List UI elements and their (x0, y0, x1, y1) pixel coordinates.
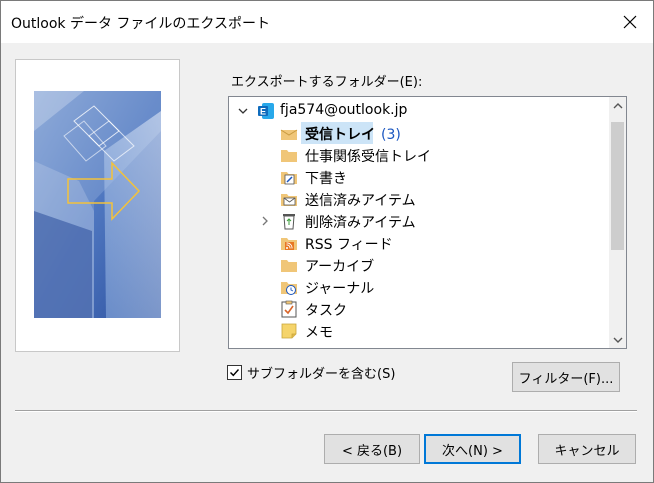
dialog-title: Outlook データ ファイルのエクスポート (11, 16, 270, 32)
tree-item-archive[interactable]: アーカイブ (229, 254, 607, 276)
chevron-up-icon (613, 102, 622, 108)
notes-icon (281, 323, 297, 339)
checkmark-icon (230, 369, 240, 377)
include-subfolders-row[interactable]: サブフォルダーを含む(S) (227, 363, 395, 382)
tree-item-label: 送信済みアイテム (305, 193, 416, 209)
tree-item-label: 受信トレイ (3) (305, 124, 401, 144)
tree-item-label: ジャーナル (305, 281, 375, 297)
tree-item-journal[interactable]: ジャーナル (229, 276, 607, 298)
chevron-down-icon (613, 337, 622, 343)
tree-item-label: RSS フィード (305, 237, 393, 253)
wizard-image-frame (15, 59, 180, 352)
tree-item-work-inbox[interactable]: 仕事関係受信トレイ (229, 144, 607, 166)
back-button[interactable]: < 戻る(B) (324, 434, 420, 464)
tree-item-label: 下書き (305, 171, 347, 187)
inbox-label: 受信トレイ (305, 127, 375, 143)
tree-item-deleted-items[interactable]: 削除済みアイテム (229, 210, 607, 232)
folder-icon (281, 150, 297, 162)
tree-item-tasks[interactable]: タスク (229, 298, 607, 320)
export-folder-label: エクスポートするフォルダー(E): (231, 75, 423, 90)
tree-item-sent-items[interactable]: 送信済みアイテム (229, 188, 607, 210)
tree-item-label: アーカイブ (305, 259, 375, 275)
tree-scrollbar[interactable] (609, 97, 626, 348)
tree-item-notes[interactable]: メモ (229, 320, 607, 342)
separator (15, 410, 637, 412)
chevron-down-icon[interactable] (237, 105, 249, 117)
tree-item-label: メモ (305, 325, 333, 341)
scroll-down-button[interactable] (609, 331, 626, 348)
cancel-button[interactable]: キャンセル (538, 434, 636, 464)
include-subfolders-label: サブフォルダーを含む(S) (247, 367, 396, 382)
scroll-up-button[interactable] (609, 97, 626, 114)
unread-count: (3) (381, 127, 401, 143)
inbox-icon (280, 129, 298, 140)
wizard-illustration (34, 91, 161, 318)
deleted-items-icon (283, 214, 295, 230)
drafts-icon (281, 172, 297, 185)
export-dialog: Outlook データ ファイルのエクスポート エクスポートするフォルダー(E)… (0, 0, 654, 483)
filter-button[interactable]: フィルター(F)... (512, 362, 620, 392)
include-subfolders-checkbox[interactable] (227, 365, 242, 380)
archive-icon (281, 260, 297, 272)
sent-items-icon (281, 194, 297, 206)
tree-item-account[interactable]: E fja574@outlook.jp (229, 100, 607, 122)
tree-item-drafts[interactable]: 下書き (229, 166, 607, 188)
chevron-right-icon[interactable] (259, 215, 271, 227)
scroll-thumb[interactable] (611, 122, 624, 250)
rss-feed-icon (281, 238, 297, 250)
tasks-icon (281, 300, 297, 318)
journal-icon (281, 282, 297, 295)
tree-item-inbox[interactable]: 受信トレイ (3) (229, 122, 607, 144)
close-button[interactable] (607, 1, 653, 43)
tree-item-label: タスク (305, 303, 347, 319)
folder-tree[interactable]: E fja574@outlook.jp 受信トレイ (3) 仕事関係受信トレイ (228, 96, 627, 349)
tree-item-label: fja574@outlook.jp (280, 102, 408, 118)
tree-item-rss-feeds[interactable]: RSS フィード (229, 232, 607, 254)
close-icon (623, 15, 637, 29)
exchange-account-icon: E (258, 103, 274, 119)
next-button[interactable]: 次へ(N) > (424, 434, 521, 464)
title-bar: Outlook データ ファイルのエクスポート (1, 1, 653, 43)
svg-text:E: E (260, 107, 266, 117)
tree-item-label: 削除済みアイテム (305, 215, 416, 231)
tree-item-label: 仕事関係受信トレイ (305, 149, 431, 165)
